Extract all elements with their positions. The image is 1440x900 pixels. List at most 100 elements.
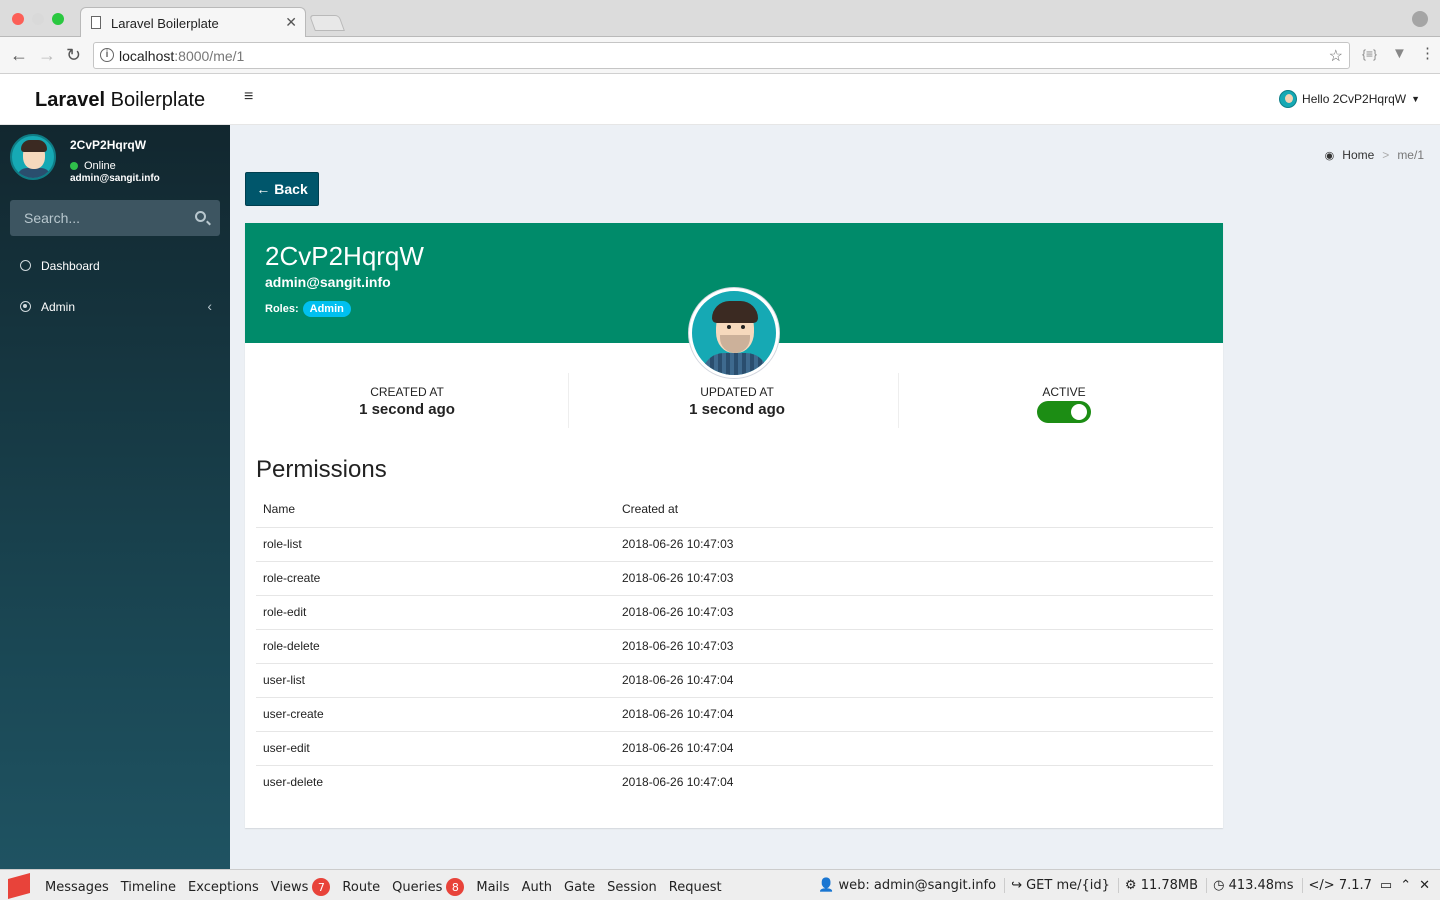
debugbar-php: </> 7.1.7 — [1301, 878, 1372, 893]
sidebar-avatar — [10, 134, 56, 180]
app-header: Laravel Boilerplate ≡ Hello 2CvP2HqrqW ▼ — [0, 74, 1440, 125]
browser-toolbar: ← → ↻ i localhost:8000/me/1 ☆ {≡} ▼ ⋮ — [0, 37, 1440, 74]
table-row: role-create 2018-06-26 10:47:03 — [256, 561, 1213, 596]
table-row: user-edit 2018-06-26 10:47:04 — [256, 731, 1213, 766]
back-arrow-icon[interactable]: ← — [10, 45, 28, 66]
user-icon: 👤 — [818, 878, 835, 893]
tab-gate[interactable]: Gate — [564, 878, 595, 896]
tab-timeline[interactable]: Timeline — [121, 878, 176, 896]
minimize-window-button[interactable] — [32, 13, 44, 25]
tab-queries[interactable]: Queries 8 — [392, 878, 465, 896]
breadcrumb-home[interactable]: Home — [1342, 148, 1374, 162]
chevron-left-icon: ‹ — [207, 298, 212, 314]
permissions-title: Permissions — [256, 456, 387, 483]
profile-avatar — [689, 288, 779, 378]
vue-extension-icon[interactable]: ▼ — [1392, 45, 1407, 62]
tab-route[interactable]: Route — [342, 878, 380, 896]
tab-mails[interactable]: Mails — [476, 878, 509, 896]
close-tab-icon[interactable]: ✕ — [285, 14, 297, 31]
sidebar-user-name: 2CvP2HqrqW — [70, 138, 147, 152]
table-row: user-create 2018-06-26 10:47:04 — [256, 697, 1213, 732]
stat-created: CREATED AT 1 second ago — [245, 373, 569, 428]
user-greeting: Hello 2CvP2HqrqW — [1302, 92, 1407, 106]
tab-title: Laravel Boilerplate — [111, 16, 219, 31]
laravel-logo-icon[interactable] — [8, 873, 30, 899]
search-icon[interactable] — [195, 211, 206, 222]
tab-request[interactable]: Request — [669, 878, 722, 896]
online-dot-icon — [70, 162, 78, 170]
dashboard-icon: ◉ — [1324, 149, 1335, 162]
column-header-name: Name — [256, 491, 614, 528]
chevron-up-icon[interactable]: ⌃ — [1400, 878, 1411, 893]
debugbar-tabs: Messages Timeline Exceptions Views 7 Rout… — [45, 878, 722, 896]
sidebar-item-admin[interactable]: Admin ‹ — [0, 287, 230, 327]
tab-views[interactable]: Views 7 — [271, 878, 331, 896]
profile-card: 2CvP2HqrqW admin@sangit.info Roles: Admi… — [245, 223, 1223, 828]
debugbar-memory: ⚙ 11.78MB — [1117, 878, 1198, 893]
close-window-button[interactable] — [12, 13, 24, 25]
debugbar-route: ↪ GET me/{id} — [1004, 878, 1110, 893]
user-menu[interactable]: Hello 2CvP2HqrqW ▼ — [1279, 90, 1420, 108]
permissions-table: Name Created at role-list 2018-06-26 10:4… — [256, 491, 1213, 799]
profile-email: admin@sangit.info — [265, 274, 391, 290]
info-icon[interactable]: i — [100, 48, 114, 62]
table-row: user-list 2018-06-26 10:47:04 — [256, 663, 1213, 698]
online-status: Online — [70, 160, 116, 172]
close-icon[interactable]: ✕ — [1419, 878, 1430, 893]
debugbar-time: ◷ 413.48ms — [1206, 878, 1294, 893]
debugbar-info: 👤 web: admin@sangit.info ↪ GET me/{id} ⚙… — [812, 878, 1430, 893]
sidebar-search — [10, 200, 220, 236]
cogs-icon: ⚙ — [1124, 878, 1137, 893]
dashboard-icon — [20, 260, 31, 271]
breadcrumb-separator: > — [1382, 148, 1390, 162]
table-row: role-delete 2018-06-26 10:47:03 — [256, 629, 1213, 664]
active-toggle[interactable] — [1037, 401, 1091, 423]
maximize-window-button[interactable] — [52, 13, 64, 25]
clock-icon: ◷ — [1213, 878, 1225, 893]
tab-auth[interactable]: Auth — [522, 878, 552, 896]
browser-tab[interactable]: Laravel Boilerplate ✕ — [80, 7, 306, 37]
folder-open-icon[interactable]: ▭ — [1380, 878, 1392, 893]
stat-updated: UPDATED AT 1 second ago — [575, 373, 899, 428]
share-icon: ↪ — [1011, 878, 1022, 893]
app-logo[interactable]: Laravel Boilerplate — [35, 89, 205, 112]
table-row: role-edit 2018-06-26 10:47:03 — [256, 595, 1213, 630]
url-text[interactable]: localhost:8000/me/1 — [119, 48, 244, 64]
tab-exceptions[interactable]: Exceptions — [188, 878, 259, 896]
new-tab-button[interactable] — [309, 15, 345, 31]
toggle-knob — [1071, 404, 1087, 420]
main-content: ◉ Home > me/1 ← Back 2CvP2HqrqW admin@sa… — [230, 125, 1440, 869]
json-extension-icon[interactable]: {≡} — [1362, 47, 1377, 61]
search-input[interactable] — [10, 200, 190, 236]
forward-arrow-icon[interactable]: → — [38, 45, 56, 66]
browser-profile-icon[interactable] — [1412, 11, 1428, 27]
views-count-badge: 7 — [312, 878, 331, 896]
profile-name: 2CvP2HqrqW — [265, 241, 424, 271]
back-button[interactable]: ← Back — [245, 172, 319, 206]
code-icon: </> — [1308, 878, 1335, 893]
tab-messages[interactable]: Messages — [45, 878, 109, 896]
reload-icon[interactable]: ↻ — [66, 45, 81, 66]
circle-dot-icon — [20, 301, 31, 312]
browser-menu-icon[interactable]: ⋮ — [1420, 44, 1435, 62]
profile-roles: Roles: Admin — [265, 301, 351, 317]
sidebar: 2CvP2HqrqW Online admin@sangit.info Dash… — [0, 125, 230, 869]
caret-down-icon: ▼ — [1411, 94, 1420, 104]
debugbar-user: 👤 web: admin@sangit.info — [818, 878, 997, 893]
role-badge: Admin — [302, 301, 351, 317]
arrow-left-icon: ← — [256, 181, 271, 197]
hamburger-menu-icon[interactable]: ≡ — [244, 88, 253, 106]
table-row: user-delete 2018-06-26 10:47:04 — [263, 775, 734, 790]
sidebar-user-email: admin@sangit.info — [70, 173, 160, 184]
debugbar: Messages Timeline Exceptions Views 7 Rout… — [0, 869, 1440, 900]
breadcrumb: ◉ Home > me/1 — [1325, 148, 1424, 162]
user-avatar — [1279, 90, 1298, 108]
bookmark-star-icon[interactable]: ☆ — [1329, 46, 1343, 66]
sidebar-item-dashboard[interactable]: Dashboard — [0, 246, 230, 286]
breadcrumb-current: me/1 — [1397, 148, 1424, 162]
queries-count-badge: 8 — [446, 878, 465, 896]
table-header-row: Name Created at — [256, 491, 1213, 528]
browser-tab-bar: Laravel Boilerplate ✕ — [0, 0, 1440, 37]
tab-session[interactable]: Session — [607, 878, 657, 896]
address-bar[interactable]: i localhost:8000/me/1 ☆ — [93, 42, 1350, 69]
